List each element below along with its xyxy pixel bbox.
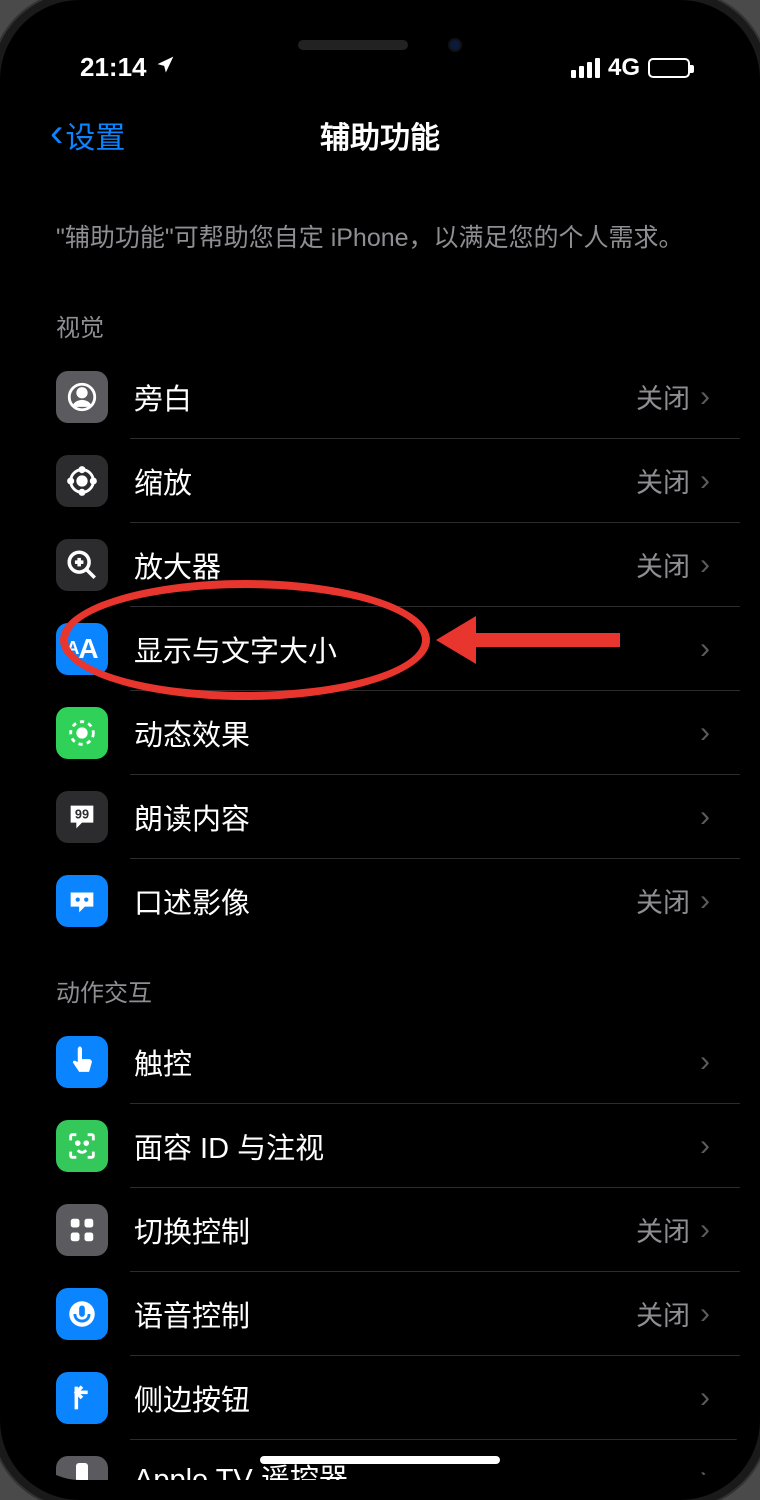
row-label: 动态效果 xyxy=(134,712,690,754)
apple-tv-remote-icon xyxy=(56,1456,108,1481)
row-label: 触控 xyxy=(134,1041,690,1083)
text-size-icon: AA xyxy=(56,623,108,675)
row-motion[interactable]: 动态效果 › xyxy=(20,691,740,775)
section-header-vision: 视觉 xyxy=(20,278,740,355)
row-label: 显示与文字大小 xyxy=(134,628,690,670)
notch xyxy=(220,20,540,70)
chevron-right-icon: › xyxy=(700,380,710,414)
row-label: 口述影像 xyxy=(134,880,636,922)
row-label: 语音控制 xyxy=(134,1293,636,1335)
chevron-right-icon: › xyxy=(700,716,710,750)
row-label: 放大器 xyxy=(134,544,636,586)
row-magnifier[interactable]: 放大器 关闭 › xyxy=(20,523,740,607)
page-description: "辅助功能"可帮助您自定 iPhone，以满足您的个人需求。 xyxy=(20,180,740,278)
audio-descriptions-icon xyxy=(56,875,108,927)
list-vision: 旁白 关闭 › 缩放 关闭 › 放大器 关闭 xyxy=(20,355,740,943)
row-value: 关闭 xyxy=(636,881,690,920)
status-time: 21:14 xyxy=(80,52,147,83)
chevron-right-icon: › xyxy=(700,884,710,918)
row-value: 关闭 xyxy=(636,545,690,584)
row-label: 缩放 xyxy=(134,460,636,502)
back-label: 设置 xyxy=(65,113,125,157)
voice-control-icon xyxy=(56,1288,108,1340)
list-motor: 触控 › 面容 ID 与注视 › 切换控制 xyxy=(20,1020,740,1481)
chevron-right-icon: › xyxy=(700,632,710,666)
chevron-right-icon: › xyxy=(700,464,710,498)
chevron-right-icon: › xyxy=(700,1129,710,1163)
chevron-right-icon: › xyxy=(700,1460,710,1481)
row-display-text-size[interactable]: AA 显示与文字大小 › xyxy=(20,607,740,691)
chevron-right-icon: › xyxy=(700,548,710,582)
voiceover-icon xyxy=(56,371,108,423)
chevron-left-icon: ‹ xyxy=(50,113,63,153)
home-indicator[interactable] xyxy=(260,1456,500,1464)
row-value: 关闭 xyxy=(636,1210,690,1249)
back-button[interactable]: ‹ 设置 xyxy=(50,113,125,157)
row-value: 关闭 xyxy=(636,461,690,500)
content[interactable]: "辅助功能"可帮助您自定 iPhone，以满足您的个人需求。 视觉 旁白 关闭 … xyxy=(20,180,740,1480)
network-label: 4G xyxy=(608,54,640,82)
svg-text:99: 99 xyxy=(75,806,89,821)
row-face-id-attention[interactable]: 面容 ID 与注视 › xyxy=(20,1104,740,1188)
row-voice-control[interactable]: 语音控制 关闭 › xyxy=(20,1272,740,1356)
row-label: 旁白 xyxy=(134,376,636,418)
row-touch[interactable]: 触控 › xyxy=(20,1020,740,1104)
screen: 21:14 4G ‹ 设置 辅助功能 "辅助功能"可帮助您自定 iPhone，以… xyxy=(20,20,740,1480)
row-value: 关闭 xyxy=(636,1294,690,1333)
row-label: 侧边按钮 xyxy=(134,1377,690,1419)
nav-bar: ‹ 设置 辅助功能 xyxy=(20,90,740,180)
zoom-icon xyxy=(56,455,108,507)
row-zoom[interactable]: 缩放 关闭 › xyxy=(20,439,740,523)
row-spoken-content[interactable]: 99 朗读内容 › xyxy=(20,775,740,859)
chevron-right-icon: › xyxy=(700,800,710,834)
phone-frame: 21:14 4G ‹ 设置 辅助功能 "辅助功能"可帮助您自定 iPhone，以… xyxy=(0,0,760,1500)
motion-icon xyxy=(56,707,108,759)
row-switch-control[interactable]: 切换控制 关闭 › xyxy=(20,1188,740,1272)
row-label: 面容 ID 与注视 xyxy=(134,1125,690,1167)
row-label: 朗读内容 xyxy=(134,796,690,838)
face-id-icon xyxy=(56,1120,108,1172)
battery-icon xyxy=(648,58,690,78)
touch-icon xyxy=(56,1036,108,1088)
side-button-icon xyxy=(56,1372,108,1424)
chevron-right-icon: › xyxy=(700,1297,710,1331)
location-icon xyxy=(155,55,175,81)
switch-control-icon xyxy=(56,1204,108,1256)
signal-icon xyxy=(571,58,600,78)
magnifier-icon xyxy=(56,539,108,591)
row-label: 切换控制 xyxy=(134,1209,636,1251)
section-header-motor: 动作交互 xyxy=(20,943,740,1020)
page-title: 辅助功能 xyxy=(320,113,440,157)
row-side-button[interactable]: 侧边按钮 › xyxy=(20,1356,740,1440)
spoken-content-icon: 99 xyxy=(56,791,108,843)
chevron-right-icon: › xyxy=(700,1213,710,1247)
chevron-right-icon: › xyxy=(700,1045,710,1079)
row-voiceover[interactable]: 旁白 关闭 › xyxy=(20,355,740,439)
chevron-right-icon: › xyxy=(700,1381,710,1415)
row-value: 关闭 xyxy=(636,377,690,416)
row-audio-descriptions[interactable]: 口述影像 关闭 › xyxy=(20,859,740,943)
